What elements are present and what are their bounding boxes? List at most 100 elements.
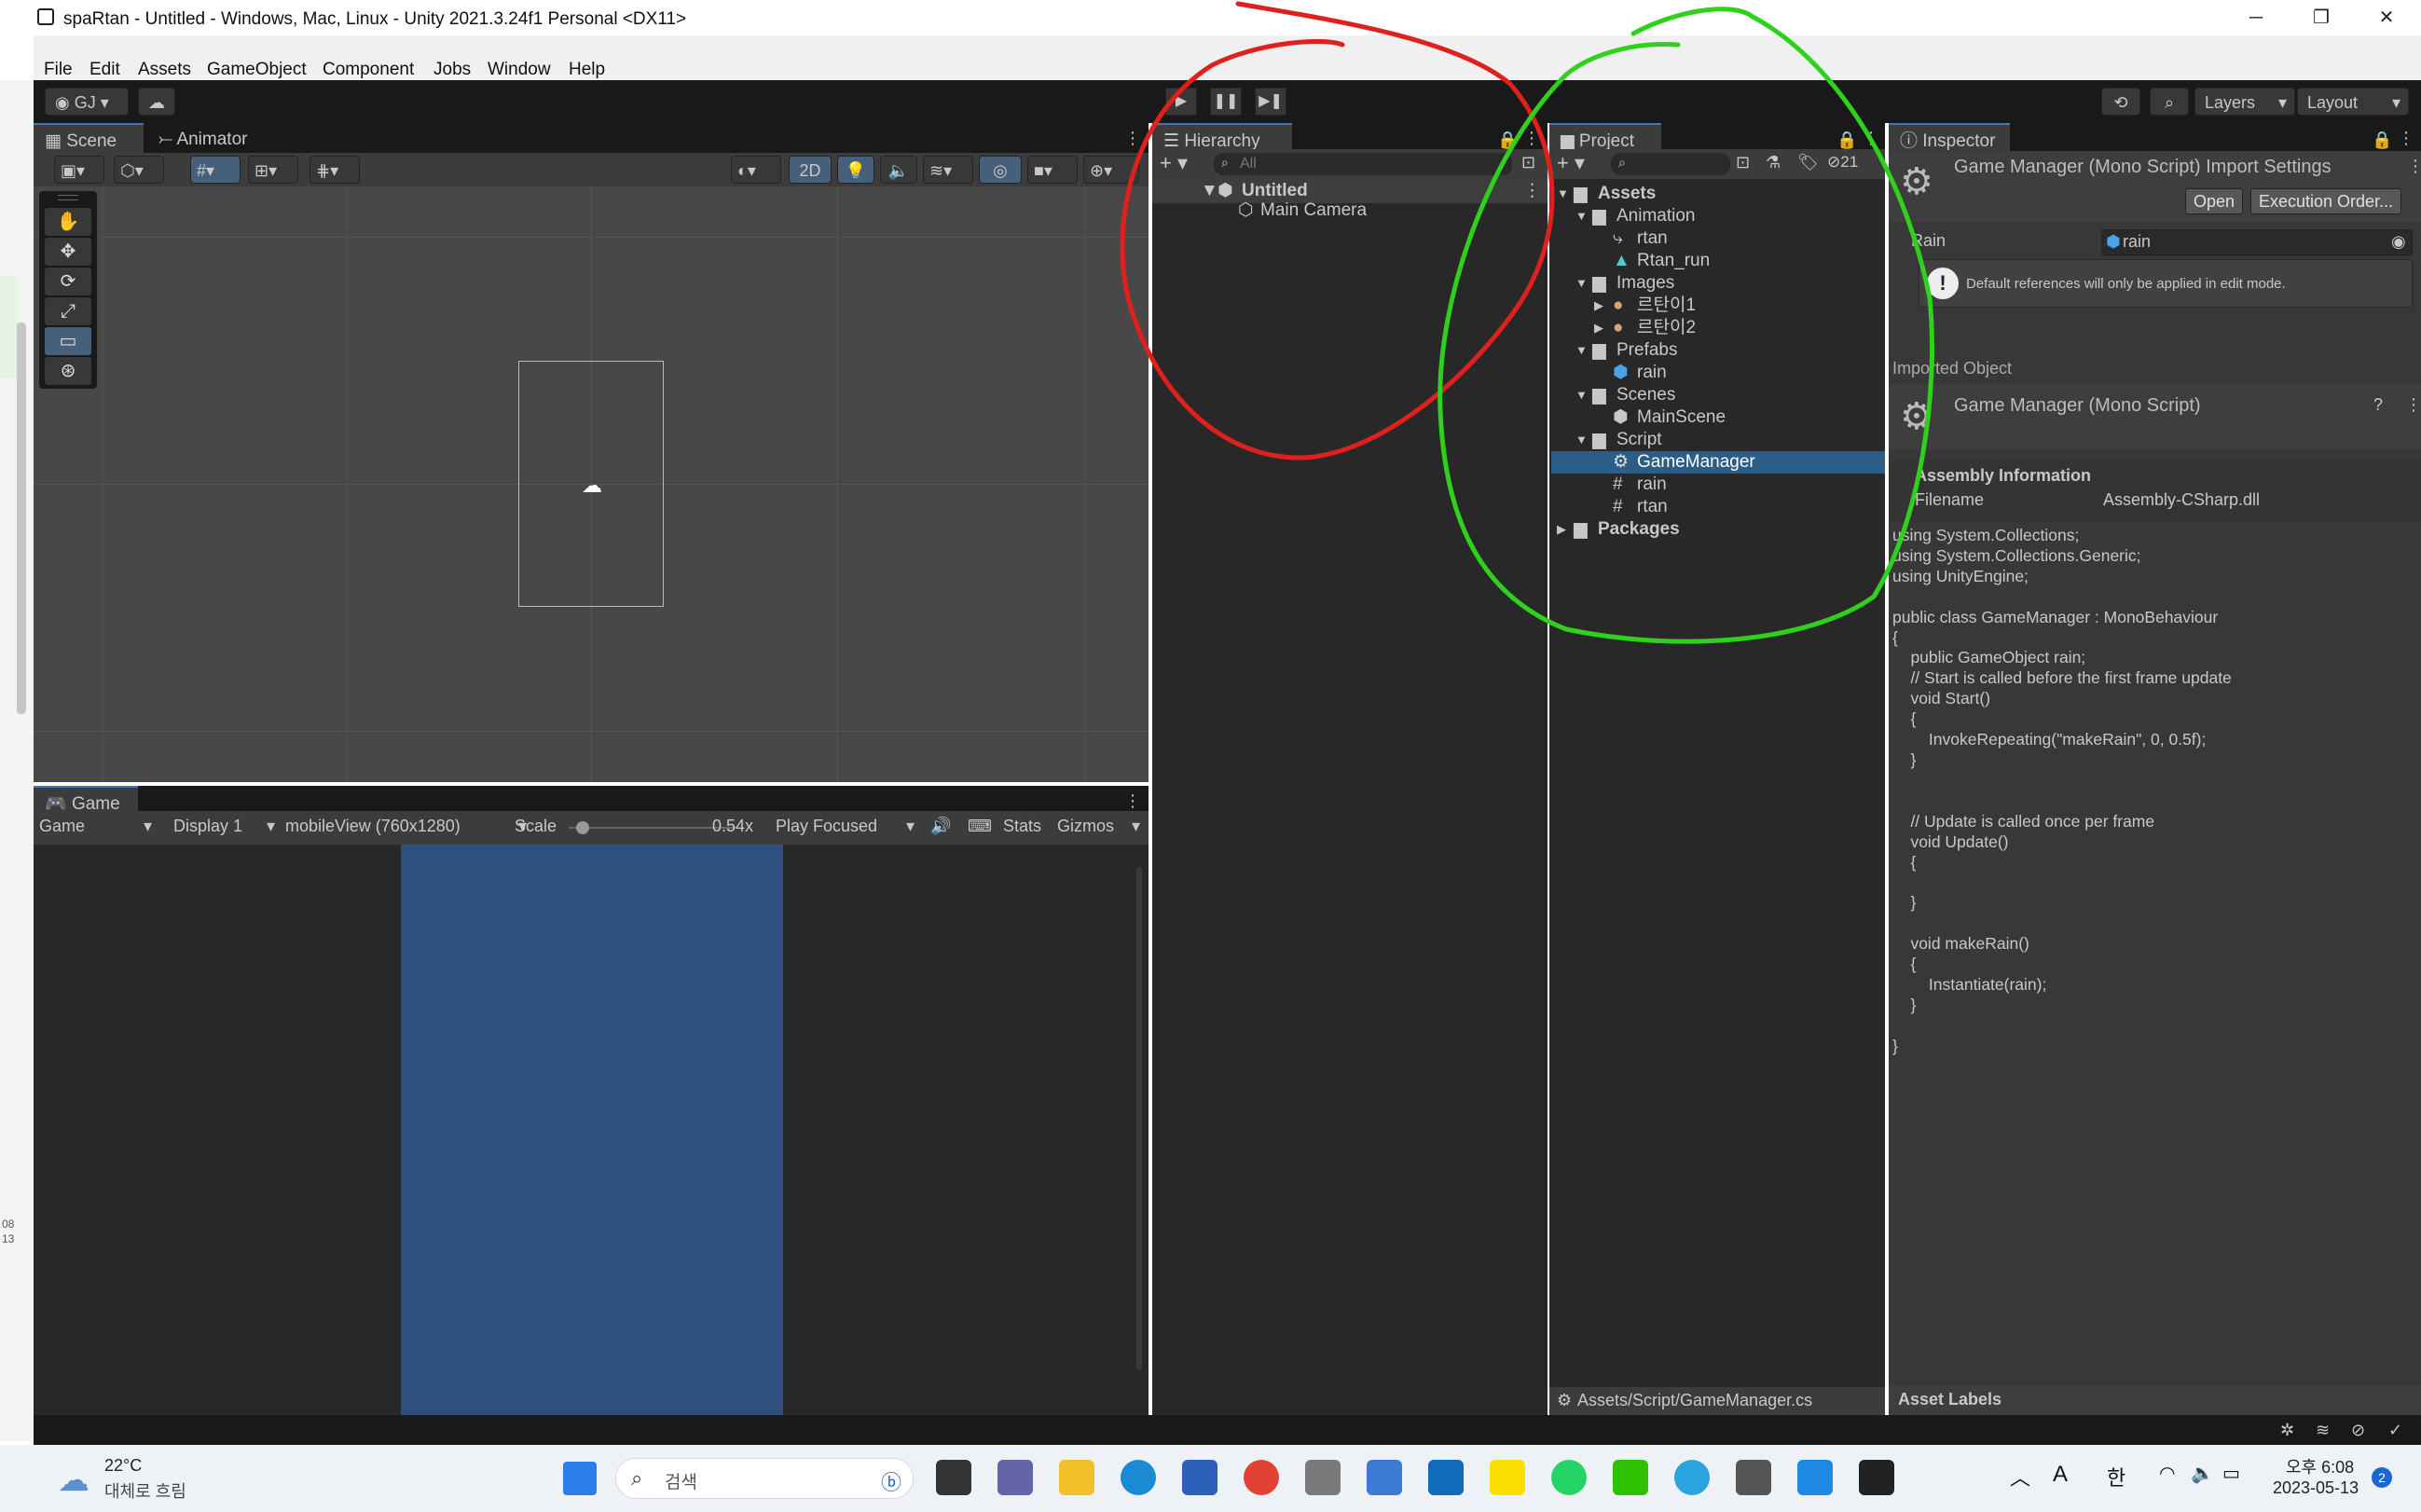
pause-button[interactable]: ❚❚: [1210, 88, 1242, 116]
game-scrollbar[interactable]: [1136, 867, 1142, 1370]
speaker-icon[interactable]: 🔈: [2191, 1462, 2214, 1485]
scale-tool-button[interactable]: ⤢: [45, 297, 91, 325]
calculator-icon[interactable]: [1305, 1460, 1341, 1495]
layers-dropdown[interactable]: Layers ▾: [2194, 88, 2295, 116]
vscode-icon[interactable]: [1797, 1460, 1833, 1495]
foldout-arrow-right-icon[interactable]: ▶: [1557, 518, 1566, 541]
menu-assets[interactable]: Assets: [138, 60, 191, 80]
move-tool-button[interactable]: ✥: [45, 238, 91, 266]
menu-window[interactable]: Window: [488, 60, 551, 80]
weather-desc[interactable]: 대체로 흐림: [104, 1478, 186, 1503]
foldout-arrow-icon[interactable]: ▼: [1575, 339, 1588, 362]
progress-icon[interactable]: ≋: [2316, 1421, 2330, 1440]
wifi-icon[interactable]: ◠: [2159, 1462, 2175, 1485]
menu-component[interactable]: Component: [323, 60, 414, 80]
project-asset-rain-prefab[interactable]: rain: [1637, 362, 1667, 384]
windows-start-icon[interactable]: [563, 1462, 597, 1495]
taskbar-search-box[interactable]: ⌕ 검색 ⓑ: [615, 1458, 914, 1499]
menu-gameobject[interactable]: GameObject: [207, 60, 307, 80]
rect-tool-button[interactable]: ▭: [45, 327, 91, 355]
scale-slider-thumb[interactable]: [576, 821, 589, 834]
layout-dropdown[interactable]: Layout ▾: [2297, 88, 2409, 116]
project-folder-images[interactable]: Images: [1616, 272, 1674, 295]
taskbar-date[interactable]: 2023-05-13: [2273, 1478, 2359, 1498]
project-asset-rtan-image-2[interactable]: 르탄이2: [1637, 317, 1696, 339]
project-search-input[interactable]: [1611, 153, 1730, 175]
minimize-button[interactable]: ─: [2223, 4, 2289, 32]
more-menu-icon[interactable]: ⋮: [1523, 129, 1540, 148]
battery-icon[interactable]: ▭: [2222, 1462, 2240, 1485]
project-folder-assets[interactable]: Assets: [1598, 183, 1656, 205]
game-view-dropdown[interactable]: Game ▾: [39, 817, 160, 836]
mute-audio-icon[interactable]: 🔊: [930, 817, 951, 836]
play-focused-dropdown[interactable]: Play Focused ▾: [776, 817, 925, 836]
foldout-arrow-right-icon[interactable]: ▶: [1594, 317, 1603, 339]
wechat-icon[interactable]: [1613, 1460, 1648, 1495]
camera-dropdown[interactable]: ■▾: [1027, 156, 1078, 184]
scale-slider-track[interactable]: [569, 827, 736, 829]
grid-snap-dropdown[interactable]: #▾: [190, 156, 241, 184]
outlook-icon[interactable]: [1428, 1460, 1464, 1495]
display-dropdown[interactable]: Display 1 ▾: [173, 817, 285, 836]
whatsapp-icon[interactable]: [1551, 1460, 1587, 1495]
hierarchy-item-main-camera[interactable]: Main Camera: [1260, 199, 1367, 222]
more-menu-icon[interactable]: ⋮: [2407, 157, 2421, 176]
foldout-arrow-icon[interactable]: ▼: [1575, 272, 1588, 295]
notification-badge[interactable]: 2: [2372, 1467, 2392, 1488]
search-scope-icon[interactable]: ⊡: [1736, 153, 1750, 172]
more-menu-icon[interactable]: ⋮: [1124, 791, 1141, 811]
hidden-packages-toggle[interactable]: ⊘21: [1827, 153, 1858, 172]
menu-help[interactable]: Help: [569, 60, 605, 80]
play-button[interactable]: ▶: [1165, 88, 1197, 116]
snap-increment-dropdown[interactable]: ⊞▾: [248, 156, 298, 184]
project-folder-packages[interactable]: Packages: [1598, 518, 1680, 541]
project-asset-rtan-image-1[interactable]: 르탄이1: [1637, 295, 1696, 317]
task-view-icon[interactable]: [936, 1460, 971, 1495]
auto-generate-icon[interactable]: ⊘: [2351, 1421, 2365, 1440]
close-button[interactable]: ✕: [2354, 4, 2419, 32]
project-folder-scenes[interactable]: Scenes: [1616, 384, 1675, 406]
more-menu-icon[interactable]: ⋮: [1124, 129, 1141, 148]
step-button[interactable]: ▶❚: [1255, 88, 1286, 116]
maximize-button[interactable]: ❐: [2289, 4, 2354, 32]
more-menu-icon[interactable]: ⋮: [2405, 395, 2421, 415]
more-menu-icon[interactable]: ⋮: [2398, 129, 2414, 148]
create-asset-button[interactable]: + ▾: [1557, 151, 1585, 175]
file-explorer-icon[interactable]: [1059, 1460, 1094, 1495]
telegram-icon[interactable]: [1674, 1460, 1710, 1495]
undo-history-button[interactable]: ⟲: [2101, 88, 2140, 116]
project-asset-rtan-anim[interactable]: rtan: [1637, 227, 1668, 250]
resolution-dropdown[interactable]: mobileView (760x1280) ▾: [285, 817, 537, 836]
add-object-button[interactable]: + ▾: [1160, 151, 1188, 175]
project-asset-rtan-run[interactable]: Rtan_run: [1637, 250, 1710, 272]
chrome-icon[interactable]: [1244, 1460, 1279, 1495]
help-icon[interactable]: ?: [2373, 395, 2383, 415]
project-asset-rtan-script[interactable]: rtan: [1637, 496, 1668, 518]
shading-dropdown[interactable]: ⬡▾: [114, 156, 164, 184]
lock-icon[interactable]: 🔒: [1836, 131, 1857, 150]
project-folder-prefabs[interactable]: Prefabs: [1616, 339, 1677, 362]
rotate-tool-button[interactable]: ⟳: [45, 268, 91, 296]
project-folder-animation[interactable]: Animation: [1616, 205, 1696, 227]
project-asset-mainscene[interactable]: MainScene: [1637, 406, 1726, 429]
unity-editor-icon[interactable]: [1859, 1460, 1894, 1495]
weather-temp[interactable]: 22°C: [104, 1456, 142, 1476]
more-menu-icon[interactable]: ⋮: [1863, 129, 1879, 148]
foldout-arrow-right-icon[interactable]: ▶: [1594, 295, 1603, 317]
open-button[interactable]: Open: [2185, 188, 2244, 214]
foldout-arrow-icon[interactable]: ▼: [1575, 429, 1588, 451]
stats-toggle[interactable]: Stats: [1003, 817, 1041, 836]
foldout-arrow-icon[interactable]: ▼: [1201, 180, 1218, 202]
account-dropdown[interactable]: ◉ GJ ▾: [45, 88, 129, 116]
mode-2d-toggle[interactable]: 2D: [789, 156, 832, 184]
grid-plane-dropdown[interactable]: ⋕▾: [310, 156, 360, 184]
foldout-arrow-icon[interactable]: ▼: [1575, 384, 1588, 406]
gizmos-dropdown[interactable]: Gizmos ▾: [1057, 817, 1145, 836]
rain-object-field[interactable]: ⬢ rain ◉: [2101, 229, 2413, 255]
effects-dropdown[interactable]: ≋▾: [923, 156, 973, 184]
ime-mode-han[interactable]: 한: [2107, 1462, 2125, 1491]
project-asset-gamemanager[interactable]: GameManager: [1637, 451, 1755, 474]
render-mode-dropdown[interactable]: ◐▾: [731, 156, 781, 184]
draw-mode-dropdown[interactable]: ▣▾: [54, 156, 104, 184]
filter-by-label-icon[interactable]: 🏷: [1797, 153, 1819, 172]
